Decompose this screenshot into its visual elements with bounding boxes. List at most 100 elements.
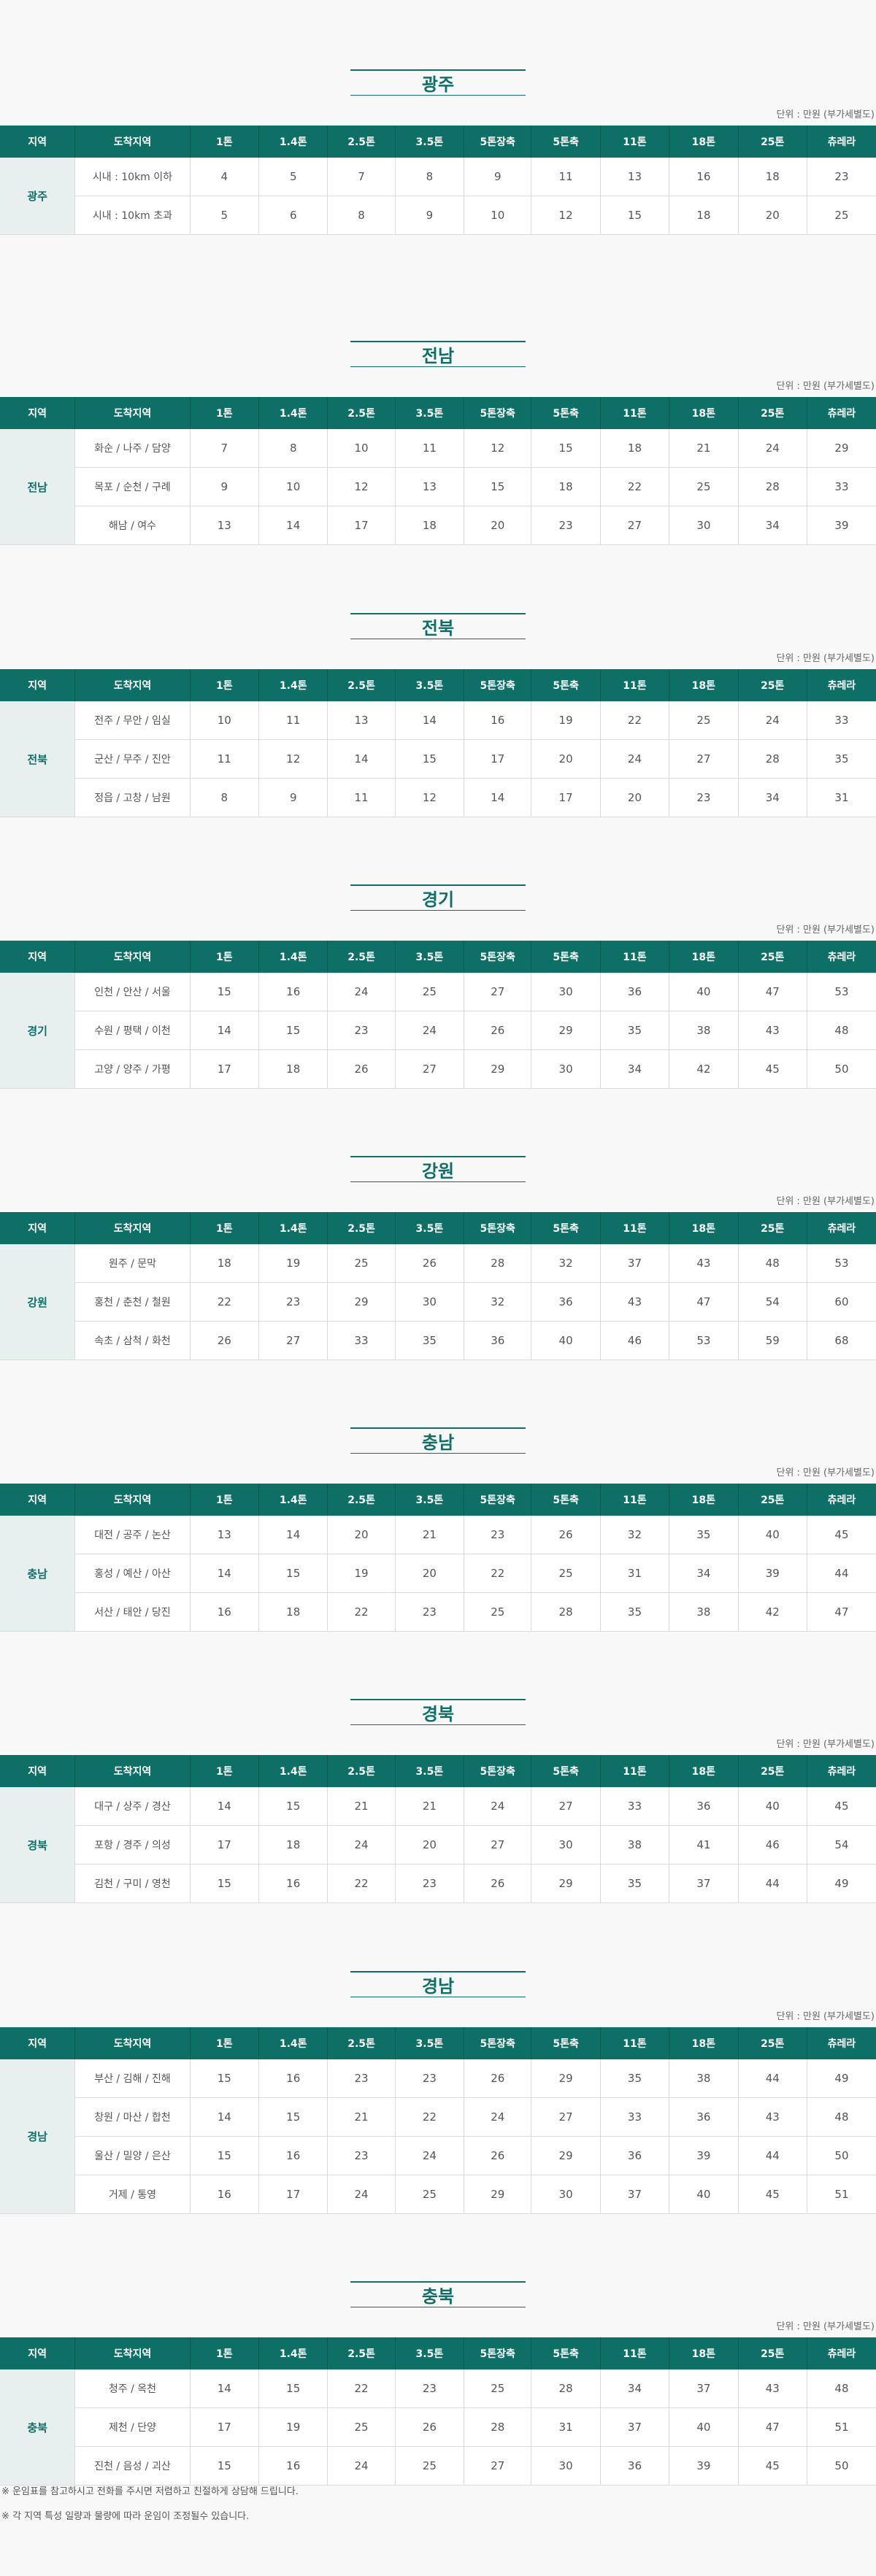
column-header: 18톤 <box>669 2027 739 2059</box>
rate-cell: 38 <box>669 1592 739 1632</box>
section-title: 전북 <box>421 617 455 639</box>
column-header: 2.5톤 <box>327 1212 396 1244</box>
rate-cell: 15 <box>258 2369 328 2408</box>
table-row: 거제 / 통영 16 17 24 25 29 30 37 40 45 51 <box>0 2175 876 2214</box>
rate-cell: 36 <box>669 2097 739 2137</box>
rate-cell: 10 <box>190 701 260 740</box>
rate-cell: 20 <box>395 1554 465 1593</box>
rate-cell: 48 <box>807 2369 876 2408</box>
unit-label: 단위 : 만원 (부가세별도) <box>776 1196 875 1207</box>
rate-cell: 23 <box>327 1011 396 1050</box>
rate-cell: 17 <box>190 1825 260 1864</box>
rate-cell: 15 <box>190 2059 260 2098</box>
rate-cell: 34 <box>600 2369 670 2408</box>
rate-cell: 29 <box>464 2175 532 2214</box>
rate-cell: 8 <box>327 196 396 235</box>
rate-cell: 20 <box>327 1516 396 1554</box>
destination-cell: 제천 / 단양 <box>74 2407 191 2447</box>
rate-cell: 14 <box>190 1011 260 1050</box>
rate-cell: 32 <box>600 1516 670 1554</box>
column-header: 도착지역 <box>74 941 191 973</box>
column-header: 3.5톤 <box>395 1755 465 1787</box>
rate-cell: 53 <box>669 1321 739 1360</box>
rate-cell: 29 <box>464 1049 532 1089</box>
column-header: 도착지역 <box>74 2027 191 2059</box>
rate-cell: 27 <box>600 506 670 545</box>
column-header: 츄레라 <box>807 1755 876 1787</box>
rate-cell: 17 <box>327 506 396 545</box>
destination-cell: 속초 / 삼척 / 화천 <box>74 1321 191 1360</box>
rate-cell: 26 <box>190 1321 260 1360</box>
column-header: 도착지역 <box>74 126 191 158</box>
rate-cell: 18 <box>738 158 807 196</box>
destination-cell: 거제 / 통영 <box>74 2175 191 2214</box>
unit-label: 단위 : 만원 (부가세별도) <box>776 653 875 664</box>
column-header: 5톤장축 <box>464 669 532 701</box>
destination-cell: 부산 / 김해 / 진해 <box>74 2059 191 2098</box>
column-header: 3.5톤 <box>395 1484 465 1516</box>
column-header: 5톤축 <box>531 1484 601 1516</box>
rate-cell: 41 <box>669 1825 739 1864</box>
rate-cell: 10 <box>464 196 532 235</box>
column-header: 1.4톤 <box>258 1484 328 1516</box>
column-header: 11톤 <box>600 669 670 701</box>
rate-cell: 40 <box>531 1321 601 1360</box>
rate-cell: 16 <box>258 2136 328 2175</box>
rate-cell: 29 <box>531 1011 601 1050</box>
table-row: 고양 / 양주 / 가평 17 18 26 27 29 30 34 42 45 50 <box>0 1049 876 1089</box>
column-header: 25톤 <box>738 126 807 158</box>
column-header: 1톤 <box>190 669 260 701</box>
rate-cell: 22 <box>464 1554 532 1593</box>
rate-cell: 26 <box>464 2136 532 2175</box>
rate-cell: 37 <box>669 1864 739 1903</box>
destination-cell: 청주 / 옥천 <box>74 2369 191 2408</box>
destination-cell: 해남 / 여수 <box>74 506 191 545</box>
table-row: 경기 인천 / 안산 / 서울 15 16 24 25 27 30 36 40 47 53 <box>0 973 876 1089</box>
rate-cell: 36 <box>600 2136 670 2175</box>
rate-cell: 4 <box>190 158 260 196</box>
column-header: 츄레라 <box>807 1484 876 1516</box>
column-header: 2.5톤 <box>327 1484 396 1516</box>
rate-cell: 16 <box>258 2059 328 2098</box>
rate-cell: 29 <box>531 2059 601 2098</box>
rate-cell: 40 <box>669 2407 739 2447</box>
rate-cell: 43 <box>600 1282 670 1322</box>
rate-cell: 23 <box>395 2369 465 2408</box>
rate-cell: 14 <box>190 1787 260 1826</box>
rate-cell: 23 <box>669 778 739 817</box>
rate-cell: 29 <box>807 429 876 468</box>
rate-cell: 9 <box>258 778 328 817</box>
column-header: 3.5톤 <box>395 2337 465 2369</box>
destination-cell: 고양 / 양주 / 가평 <box>74 1049 191 1089</box>
rate-cell: 18 <box>669 196 739 235</box>
column-header: 25톤 <box>738 2337 807 2369</box>
rate-cell: 39 <box>669 2446 739 2486</box>
rate-cell: 26 <box>464 1864 532 1903</box>
section-title-box: 경북 <box>350 1699 526 1725</box>
rate-cell: 28 <box>738 739 807 779</box>
rate-cell: 26 <box>395 1244 465 1283</box>
column-header: 3.5톤 <box>395 1212 465 1244</box>
destination-cell: 울산 / 밀양 / 은산 <box>74 2136 191 2175</box>
column-header: 지역 <box>0 1755 76 1787</box>
column-header: 도착지역 <box>74 397 191 429</box>
rate-cell: 29 <box>531 1864 601 1903</box>
rate-cell: 54 <box>738 1282 807 1322</box>
rate-cell: 26 <box>464 2059 532 2098</box>
rate-cell: 19 <box>531 701 601 740</box>
rate-cell: 45 <box>807 1787 876 1826</box>
rate-cell: 17 <box>531 778 601 817</box>
table-row: 전남 화순 / 나주 / 담양 7 8 10 11 12 15 18 21 24 29 <box>0 429 876 545</box>
rate-cell: 25 <box>669 467 739 506</box>
rate-cell: 12 <box>395 778 465 817</box>
rate-section-1: 광주 단위 : 만원 (부가세별도) 지역 도착지역 1톤 1.4톤 2.5톤 3.5톤 5톤장… <box>0 69 876 235</box>
rate-section-6: 충남 단위 : 만원 (부가세별도) 지역 도착지역 1톤 1.4톤 2.5톤 3.5톤 5톤장… <box>0 1427 876 1632</box>
rate-cell: 15 <box>531 429 601 468</box>
rate-cell: 25 <box>464 1592 532 1632</box>
rate-cell: 19 <box>327 1554 396 1593</box>
rate-cell: 5 <box>258 158 328 196</box>
column-header: 지역 <box>0 126 76 158</box>
column-header: 25톤 <box>738 1212 807 1244</box>
rate-cell: 15 <box>190 1864 260 1903</box>
table-row: 군산 / 무주 / 진안 11 12 14 15 17 20 24 27 28 35 <box>0 739 876 779</box>
